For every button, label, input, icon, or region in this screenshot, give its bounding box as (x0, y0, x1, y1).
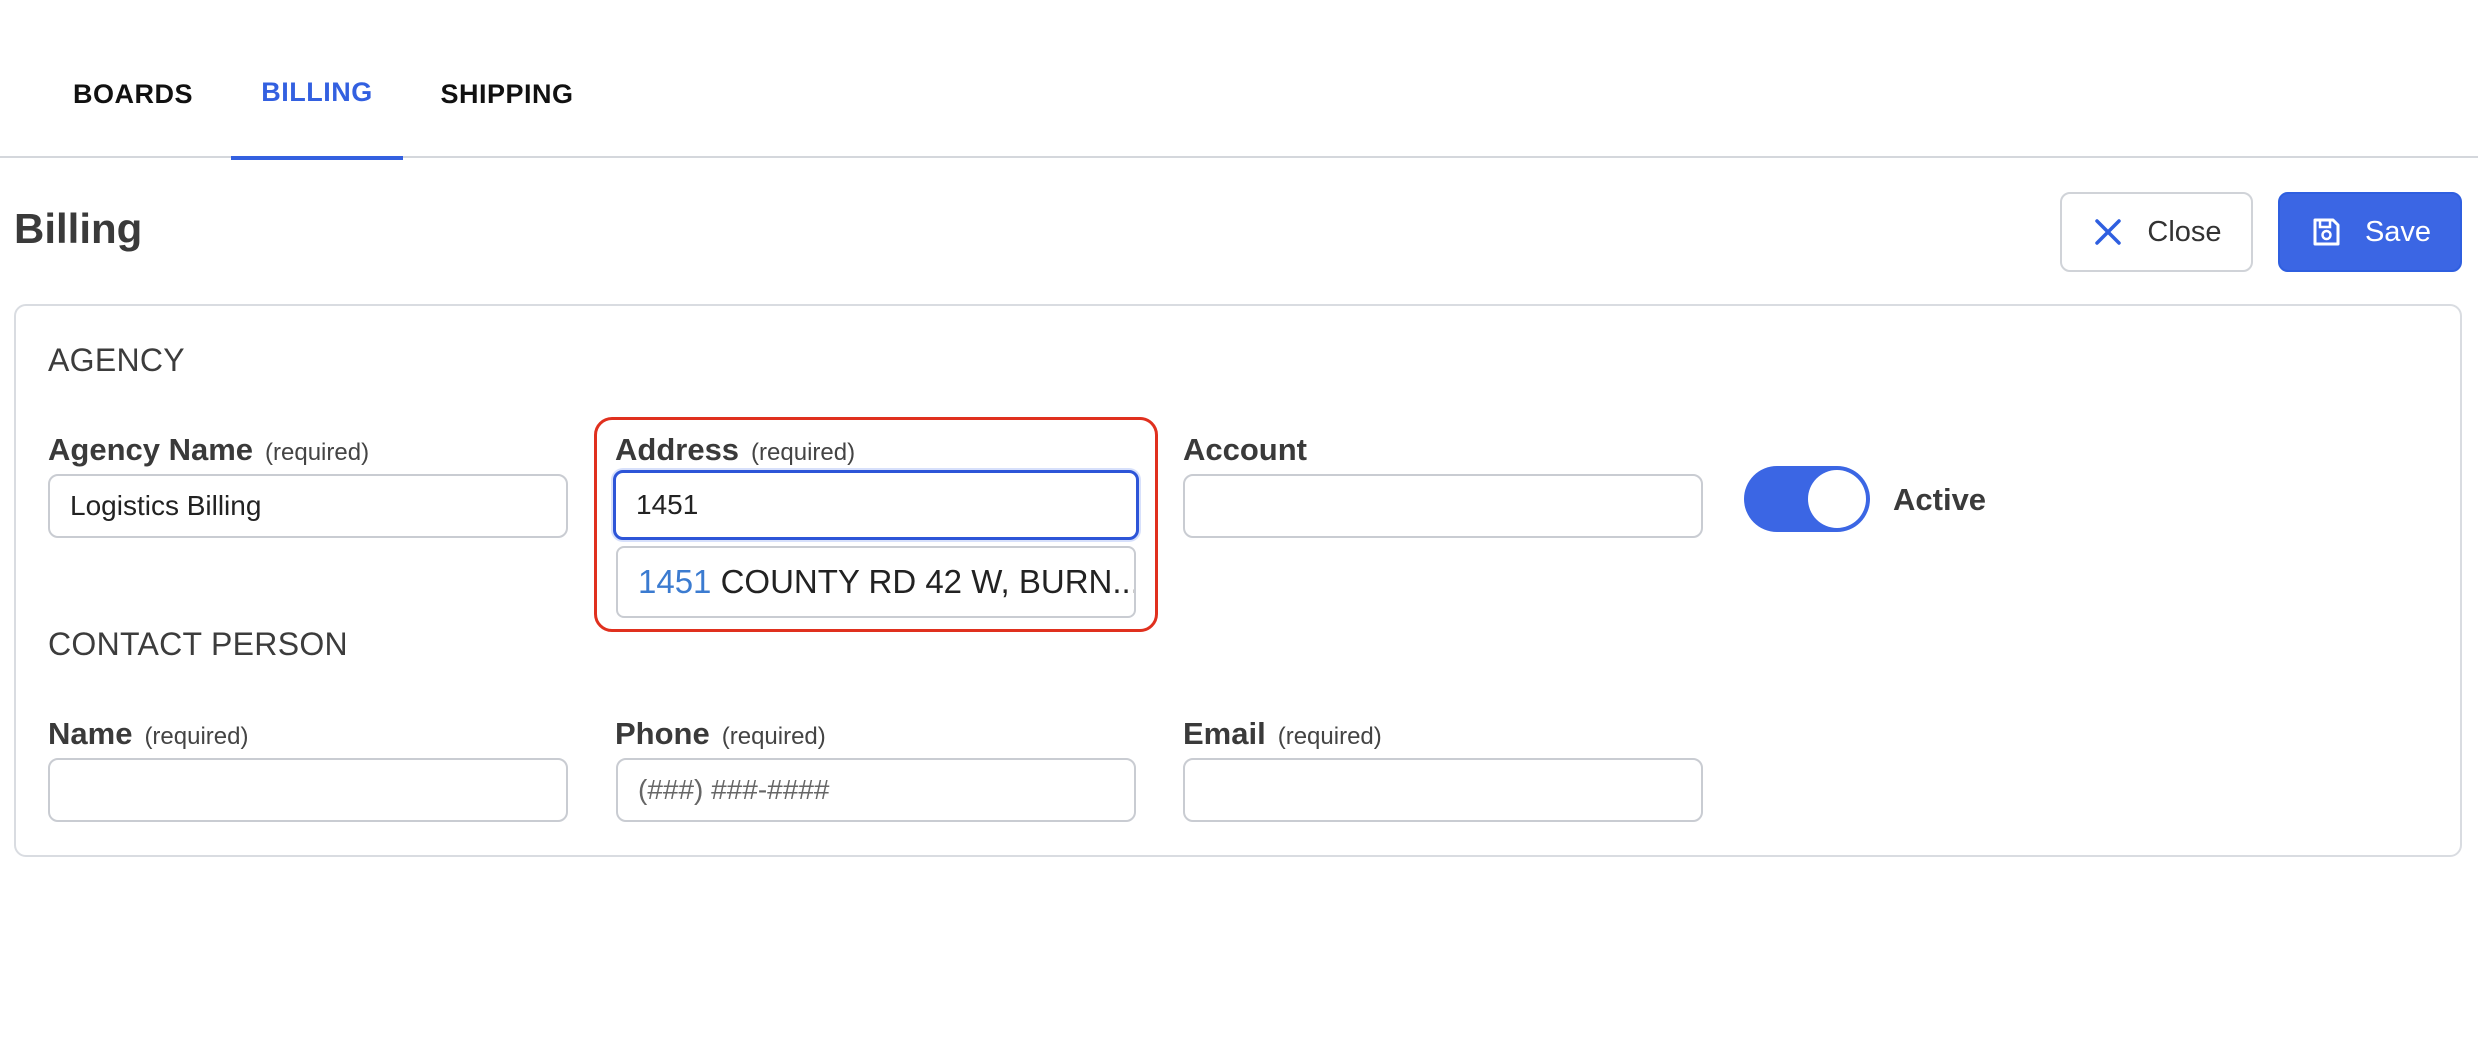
account-label: Account (1183, 432, 1307, 467)
address-suggestion-item[interactable]: 1451 COUNTY RD 42 W, BURN... (616, 546, 1136, 618)
agency-section-title: AGENCY (48, 342, 185, 378)
contact-name-input[interactable] (48, 758, 568, 822)
save-button[interactable]: Save (2278, 192, 2462, 272)
close-icon (2091, 215, 2125, 249)
active-label: Active (1893, 482, 1987, 517)
account-input[interactable] (1183, 474, 1703, 538)
floppy-disk-icon (2309, 215, 2343, 249)
agency-name-label: Agency Name (required) (48, 432, 370, 467)
close-button-label: Close (2147, 215, 2222, 248)
email-label: Email (required) (1183, 716, 1382, 751)
active-toggle[interactable] (1744, 466, 1870, 532)
tab-billing[interactable]: BILLING (231, 58, 403, 160)
billing-page: BOARDS BILLING SHIPPING Billing Close Sa… (0, 0, 2478, 1048)
address-label: Address (required) (615, 432, 856, 467)
contact-name-label: Name (required) (48, 716, 249, 751)
tab-boards[interactable]: BOARDS (58, 58, 208, 158)
email-input[interactable] (1183, 758, 1703, 822)
tab-bar: BOARDS BILLING SHIPPING (0, 0, 2478, 160)
save-button-label: Save (2364, 215, 2432, 248)
contact-section-title: CONTACT PERSON (48, 626, 348, 662)
phone-label: Phone (required) (615, 716, 826, 751)
tab-shipping[interactable]: SHIPPING (426, 58, 588, 158)
address-input[interactable] (613, 470, 1139, 540)
page-title: Billing (14, 205, 143, 252)
phone-input[interactable] (616, 758, 1136, 822)
close-button[interactable]: Close (2060, 192, 2253, 272)
toggle-knob (1808, 470, 1866, 528)
agency-name-input[interactable] (48, 474, 568, 538)
